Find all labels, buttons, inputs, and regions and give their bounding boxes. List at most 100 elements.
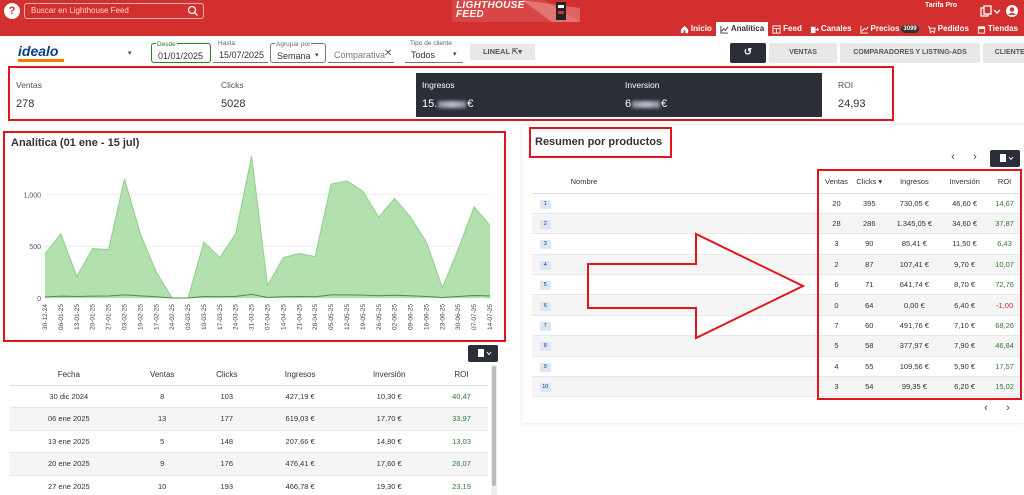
daily-col-header[interactable]: Fecha: [10, 365, 128, 386]
chevron-right-icon[interactable]: ›: [967, 151, 983, 163]
x-tick-label: 03-02-25: [121, 304, 128, 330]
product-name-cell: [558, 213, 824, 235]
prices-count-badge: 3099: [901, 25, 919, 33]
daily-col-header[interactable]: Clicks: [196, 365, 257, 386]
x-tick-label: 30-12-24: [42, 304, 49, 330]
table-cell: 58: [849, 335, 889, 357]
user-icon[interactable]: [1005, 4, 1019, 18]
chevron-down-icon[interactable]: [993, 4, 1001, 18]
chevron-right-icon-bottom[interactable]: ›: [1000, 402, 1016, 414]
table-cell: 193: [196, 475, 257, 495]
channel-dropdown-icon[interactable]: ▾: [128, 49, 132, 57]
comparativa-placeholder: Comparativa: [334, 50, 386, 60]
search-icon[interactable]: [187, 5, 199, 17]
hasta-label: Hasta: [217, 40, 236, 47]
table-cell: 641,74 €: [888, 274, 940, 296]
lineal-label: LINEAL: [482, 47, 510, 56]
clear-icon[interactable]: ✕: [384, 48, 392, 59]
x-tick-label: 27-01-25: [106, 304, 113, 330]
col-ingresos[interactable]: Ingresos: [888, 171, 940, 194]
desde-field[interactable]: Desde 01/01/2025: [151, 41, 211, 63]
table-cell: 491,76 €: [888, 315, 940, 337]
x-tick-label: 30-06-25: [455, 304, 462, 330]
chevron-left-icon[interactable]: ‹: [945, 151, 961, 163]
x-tick-label: 07-07-25: [471, 304, 478, 330]
tipo-cliente-select[interactable]: Tipo de cliente Todos ▾: [405, 40, 463, 63]
x-tick-label: 20-01-25: [90, 304, 97, 330]
col-clicks[interactable]: Clicks ▾: [849, 171, 889, 194]
scrollbar-thumb[interactable]: [492, 366, 496, 486]
channels-icon: [810, 26, 819, 33]
table-cell: 37,87: [989, 213, 1020, 235]
kpi-value-suffix: €: [661, 98, 668, 110]
table-cell: 15,02: [989, 376, 1020, 398]
hasta-field[interactable]: Hasta 15/07/2025: [213, 40, 268, 63]
row-index-badge: 7: [539, 322, 551, 332]
table-cell: 377,97 €: [888, 335, 940, 357]
daily-table: Fecha Ventas Clicks Ingresos Inversión ROI 30…: [10, 365, 488, 495]
x-tick-label: 13-01-25: [74, 304, 81, 330]
agrupar-select[interactable]: Agrupar por Semana ▾: [270, 41, 326, 63]
resumen-title-highlight: Resumen por productos: [529, 127, 672, 158]
chart-canvas[interactable]: 0 500 1,000 30-12-24 06-01-25 13-01-25 20-01-2…: [5, 133, 504, 340]
app-logo[interactable]: LIGHTHOUSE FEED: [452, 0, 580, 22]
table-cell: 0: [823, 294, 850, 316]
daily-col-header[interactable]: ROI: [434, 365, 488, 386]
y-tick-label: 500: [29, 244, 41, 251]
help-icon[interactable]: ?: [4, 3, 20, 19]
nav-item-precios[interactable]: Precios 3099: [856, 22, 923, 36]
x-tick-label: 09-06-25: [408, 304, 415, 330]
row-index: 2: [532, 213, 559, 235]
table-row[interactable]: 1 20 395 730,05 €46,60 €14,67: [532, 193, 1020, 214]
table-cell: 7,90 €: [939, 335, 990, 357]
table-cell: 0,00 €: [888, 294, 940, 316]
nav-item-pedidos[interactable]: Pedidos: [923, 22, 973, 36]
table-cell: 395: [849, 193, 889, 214]
channel-logo-underline: [18, 59, 64, 62]
product-name-cell: [558, 376, 824, 398]
col-nombre[interactable]: Nombre: [558, 171, 824, 194]
table-cell: 71: [849, 274, 889, 296]
tab-ventas[interactable]: VENTAS: [769, 43, 837, 63]
daily-col-header[interactable]: Inversión: [343, 365, 435, 386]
refresh-tab[interactable]: ↺: [730, 43, 766, 63]
table-cell: 27 ene 2025: [10, 475, 128, 495]
table-row[interactable]: 9 4 55 109,56 €5,90 €17,57: [532, 356, 1020, 378]
resumen-title: Resumen por productos: [535, 136, 663, 148]
nav-item-tiendas[interactable]: Tiendas: [973, 22, 1022, 36]
nav-item-canales[interactable]: Canales: [806, 22, 856, 36]
nav-label: Precios: [870, 24, 900, 33]
kpi-ingresos: Ingresos 15. €: [416, 73, 619, 117]
table-row[interactable]: 2 28 286 1.345,05 €34,60 €37,87: [532, 213, 1020, 235]
channel-logo[interactable]: idealo: [18, 43, 58, 59]
table-cell: 619,03 €: [256, 407, 344, 431]
table-row[interactable]: 10 3 54 99,35 €6,20 €15,02: [532, 376, 1020, 398]
table-cell: 46,60 €: [939, 193, 990, 214]
daily-col-header[interactable]: Ventas: [127, 365, 197, 386]
x-tick-label: 16-06-25: [423, 304, 430, 330]
nav-item-feed[interactable]: Feed: [768, 22, 806, 36]
chevron-left-icon-bottom[interactable]: ‹: [978, 402, 994, 414]
comparativa-input[interactable]: Comparativa ✕: [328, 43, 394, 63]
export-button-left[interactable]: [468, 345, 498, 362]
col-roi[interactable]: ROI: [989, 171, 1020, 194]
tab-comparadores[interactable]: COMPARADORES Y LISTING-ADS: [840, 43, 980, 63]
daily-col-header[interactable]: Ingresos: [256, 365, 344, 386]
col-inversion[interactable]: Inversión: [939, 171, 990, 194]
row-index: 9: [532, 356, 559, 378]
table-cell: 33,97: [434, 407, 488, 431]
export-button-right[interactable]: [990, 150, 1020, 167]
agrupar-label: Agrupar por: [275, 41, 312, 48]
nav-item-analitica[interactable]: Analítica: [715, 22, 769, 36]
table-cell: 11,50 €: [939, 233, 990, 255]
nav-item-inicio[interactable]: Inicio: [676, 22, 716, 36]
tab-clientes[interactable]: CLIENTES: [983, 43, 1024, 63]
table-cell: 17,70 €: [343, 407, 435, 431]
copy-icon[interactable]: [979, 4, 993, 18]
col-ventas[interactable]: Ventas: [823, 171, 850, 194]
lineal-button[interactable]: LINEAL ⇱▾: [470, 44, 535, 60]
search-input[interactable]: Buscar en Lighthouse Feed: [24, 3, 204, 19]
kpi-roi: ROI 24,93: [832, 73, 892, 117]
kpi-label: ROI: [838, 80, 854, 90]
row-index-badge: 2: [539, 220, 551, 230]
